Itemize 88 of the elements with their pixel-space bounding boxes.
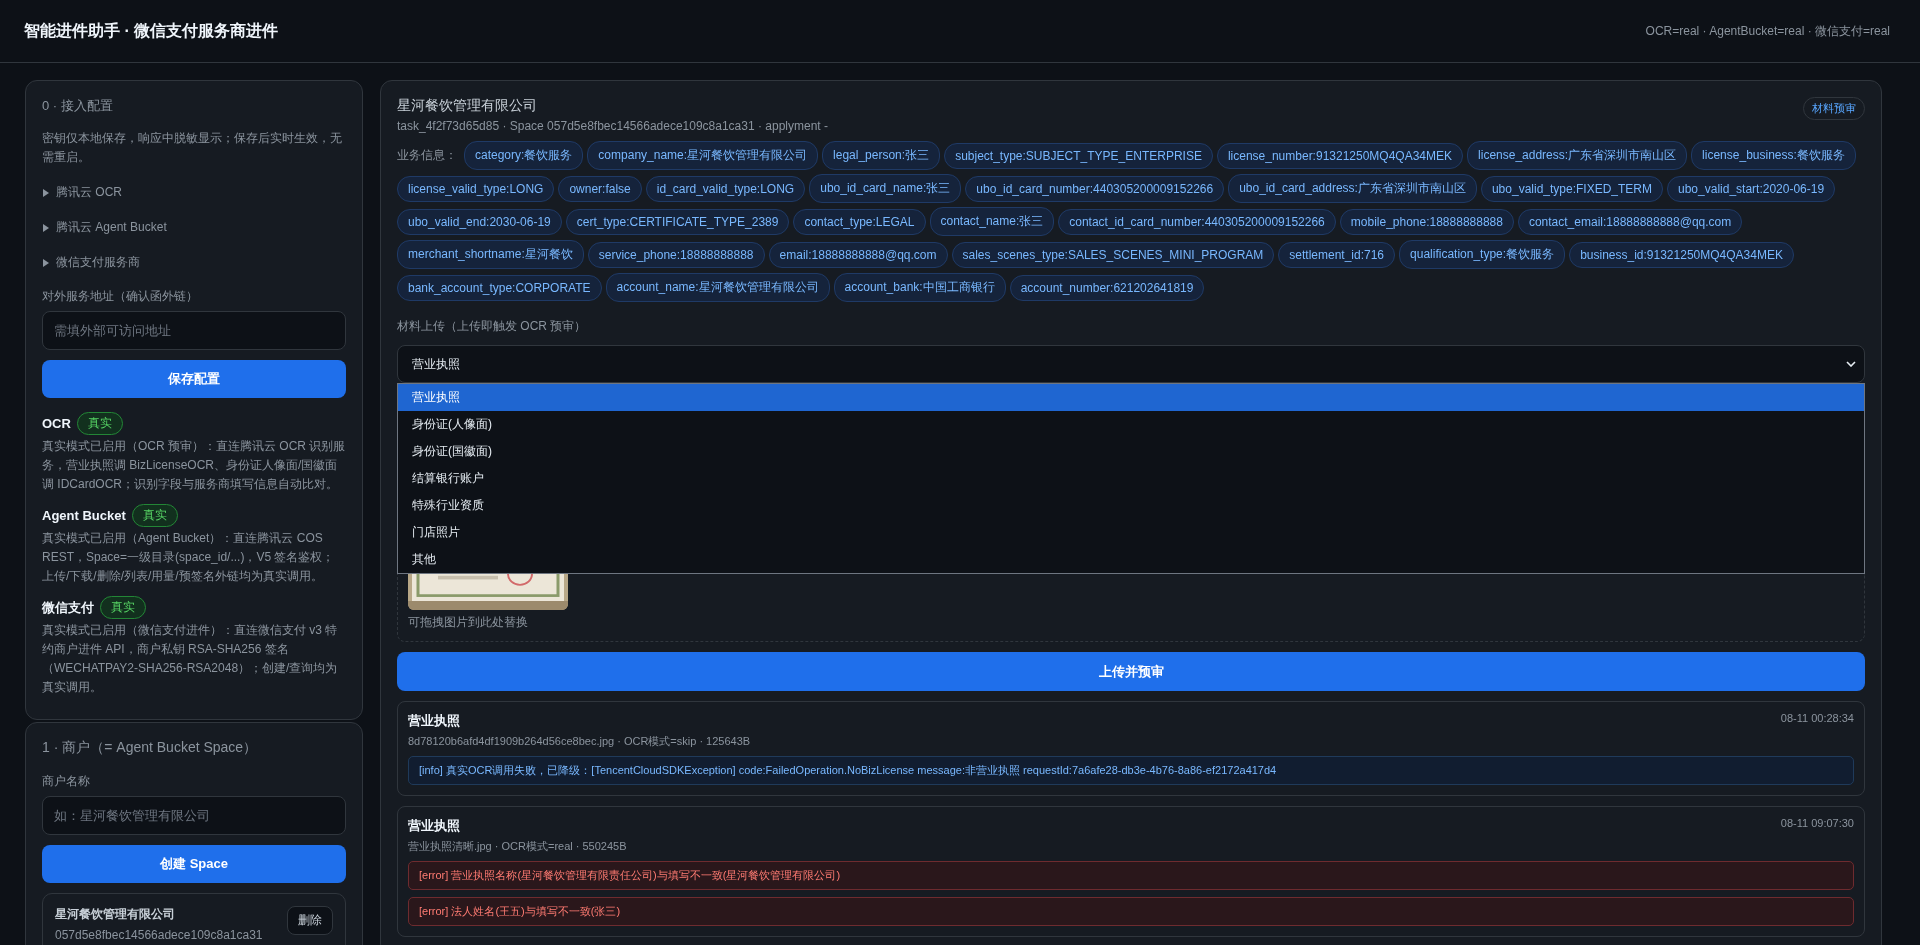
field-tag: business_id:91321250MQ4QA34MEK <box>1569 241 1794 268</box>
field-tag: ubo_valid_type:FIXED_TERM <box>1480 175 1663 202</box>
dropdown-option[interactable]: 身份证(国徽面) <box>398 438 1864 465</box>
field-tag: ubo_valid_end:2030-06-19 <box>397 208 562 235</box>
upload-hint: 可拖拽图片到此处替换 <box>408 614 529 631</box>
log-meta: 营业执照清晰.jpg · OCR模式=real · 550245B <box>408 839 628 854</box>
collapsible-section[interactable]: 腾讯云 OCR <box>42 175 346 210</box>
space-id: 057d5e8fbec14566adece109c8a1ca31 <box>55 928 263 942</box>
dropdown-option[interactable]: 其他 <box>398 546 1864 573</box>
dropdown-option[interactable]: 特殊行业资质 <box>398 492 1864 519</box>
space-name: 星河餐饮管理有限公司 <box>55 906 176 923</box>
field-tag: account_bank:中国工商银行 <box>833 273 1006 302</box>
field-tag: contact_email:18888888888@qq.com <box>1517 208 1743 235</box>
field-tag: qualification_type:餐饮服务 <box>1399 240 1566 269</box>
log-time: 08-11 09:07:30 <box>1780 817 1854 829</box>
field-tag: owner:false <box>558 175 642 202</box>
field-tag: contact_name:张三 <box>929 207 1055 236</box>
log-message: [error] 营业执照名称(星河餐饮管理有限责任公司)与填写不一致(星河餐饮管理有限公司) <box>408 861 1854 890</box>
dropdown-option[interactable]: 结算银行账户 <box>398 465 1864 492</box>
field-tag: subject_type:SUBJECT_TYPE_ENTERPRISE <box>944 142 1213 169</box>
upload-button[interactable]: 上传并预审 <box>397 652 1865 691</box>
space-item[interactable]: 星河餐饮管理有限公司 057d5e8fbec14566adece109c8a1ca31 删除 <box>42 893 346 945</box>
log-time: 08-11 00:28:34 <box>1780 712 1854 724</box>
upload-label: 材料上传（上传即触发 OCR 预审） <box>397 318 588 335</box>
field-tag: license_business:餐饮服务 <box>1691 141 1856 170</box>
mode-description: 真实模式已启用（OCR 预审）：直连腾讯云 OCR 识别服务，营业执照调 BizLicenseOCR、身份证人像面/国徽面调 IDCardOCR；识别字段与服务商填写信息自动比对。 <box>42 438 346 493</box>
field-tag: license_valid_type:LONG <box>397 175 555 202</box>
field-tag: service_phone:18888888888 <box>587 241 765 268</box>
config-note: 密钥仅本地保存，响应中脱敏显示；保存后实时生效，无需重启。 <box>42 130 343 166</box>
field-tag: cert_type:CERTIFICATE_TYPE_2389 <box>565 208 790 235</box>
task-meta: task_4f2f73d65d85 · Space 057d5e8fbec14566adece109c8a1ca31 · applyment - <box>397 119 828 133</box>
save-button[interactable]: 保存配置 <box>42 360 346 398</box>
dropdown-option[interactable]: 身份证(人像面) <box>398 411 1864 438</box>
service-name: 微信支付 <box>42 598 94 617</box>
service-name: OCR <box>42 416 71 431</box>
field-tag: license_number:91321250MQ4QA34MEK <box>1216 142 1464 169</box>
mode-badge: 真实 <box>100 596 146 619</box>
delete-button[interactable]: 删除 <box>287 906 333 935</box>
log-meta: 8d78120b6afd4df1909b264d56ce8bec.jpg · OCR模式=skip · 125643B <box>408 734 752 749</box>
mode-badge: 真实 <box>131 504 178 527</box>
chevron-down-icon <box>1846 361 1856 367</box>
triangle-right-icon <box>42 258 50 267</box>
create-space-button[interactable]: 创建 Space <box>42 845 346 883</box>
mode-status: OCR=real · AgentBucket=real · 微信支付=real <box>1645 22 1890 40</box>
field-tag: mobile_phone:18888888888 <box>1339 208 1514 235</box>
log-title: 营业执照 <box>408 712 460 730</box>
field-label: 商户名称 <box>42 773 91 790</box>
company-name: 星河餐饮管理有限公司 <box>397 97 538 115</box>
field-tag: contact_type:LEGAL <box>793 208 926 235</box>
collapsible-section[interactable]: 微信支付服务商 <box>42 245 346 280</box>
mode-description: 真实模式已启用（微信支付进件）：直连微信支付 v3 特约商户进件 API，商户私钥 RSA-SHA256 签名（WECHATPAY2-SHA256-RSA2048）；创建/查询均为真实调用。 <box>42 622 339 696</box>
mode-description: 真实模式已启用（Agent Bucket）：直连腾讯云 COS REST，Space=一级目录(space_id/...)，V5 签名鉴权；上传/下载/删除/列表/用量/预签名外链均为真实调用。 <box>42 530 336 585</box>
mode-badge: 真实 <box>76 412 123 435</box>
triangle-right-icon <box>42 188 50 197</box>
field-tag: email:18888888888@qq.com <box>768 241 948 268</box>
field-tag: bank_account_type:CORPORATE <box>397 274 602 301</box>
field-tag: license_address:广东省深圳市南山区 <box>1467 141 1688 170</box>
log-title: 营业执照 <box>408 817 460 835</box>
field-tag: ubo_id_card_name:张三 <box>809 174 962 203</box>
field-tag: company_name:星河餐饮管理有限公司 <box>587 141 819 170</box>
field-tag: legal_person:张三 <box>822 141 941 170</box>
upload-dropzone[interactable]: 可拖拽图片到此处替换 <box>397 574 1865 642</box>
url-field[interactable]: 需填外部可访问地址 <box>42 311 346 350</box>
field-tag: merchant_shortname:星河餐饮 <box>397 240 584 269</box>
field-tag: category:餐饮服务 <box>464 141 584 170</box>
triangle-right-icon <box>42 223 50 232</box>
field-tag: ubo_valid_start:2020-06-19 <box>1667 175 1836 202</box>
service-name: Agent Bucket <box>42 508 126 523</box>
dropdown-option[interactable]: 门店照片 <box>398 519 1864 546</box>
field-tag: ubo_id_card_address:广东省深圳市南山区 <box>1228 174 1477 203</box>
collapsible-section[interactable]: 腾讯云 Agent Bucket <box>42 210 346 245</box>
info-label: 业务信息： <box>397 147 457 164</box>
app-title: 智能进件助手 · 微信支付服务商进件 <box>24 20 279 41</box>
field-tag: id_card_valid_type:LONG <box>645 175 806 202</box>
field-tag: contact_id_card_number:440305200009152266 <box>1058 208 1336 235</box>
field-tag: account_name:星河餐饮管理有限公司 <box>605 273 830 302</box>
log-message: [error] 法人姓名(王五)与填写不一致(张三) <box>408 897 1854 926</box>
field-label: 对外服务地址（确认函外链） <box>42 288 199 305</box>
section-heading: 1 · 商户（= Agent Bucket Space） <box>42 739 259 757</box>
material-type-select[interactable]: 营业执照 <box>397 345 1865 383</box>
merchant-name-field[interactable]: 如：星河餐饮管理有限公司 <box>42 796 346 835</box>
section-heading: 0 · 接入配置 <box>42 97 114 115</box>
field-tag: account_number:621202641819 <box>1009 274 1205 301</box>
field-tag: sales_scenes_type:SALES_SCENES_MINI_PROGRAM <box>951 241 1275 268</box>
log-message: [info] 真实OCR调用失败，已降级：[TencentCloudSDKException] code:FailedOperation.NoBizLicense message:非营业执照 requestId:7a6afe28-db3e-4b76-8a86-ef2172a417d4 <box>408 756 1854 785</box>
field-tag: ubo_id_card_number:440305200009152266 <box>965 175 1225 202</box>
dropdown-option[interactable]: 营业执照 <box>398 384 1864 411</box>
field-tag: settlement_id:716 <box>1278 241 1396 268</box>
